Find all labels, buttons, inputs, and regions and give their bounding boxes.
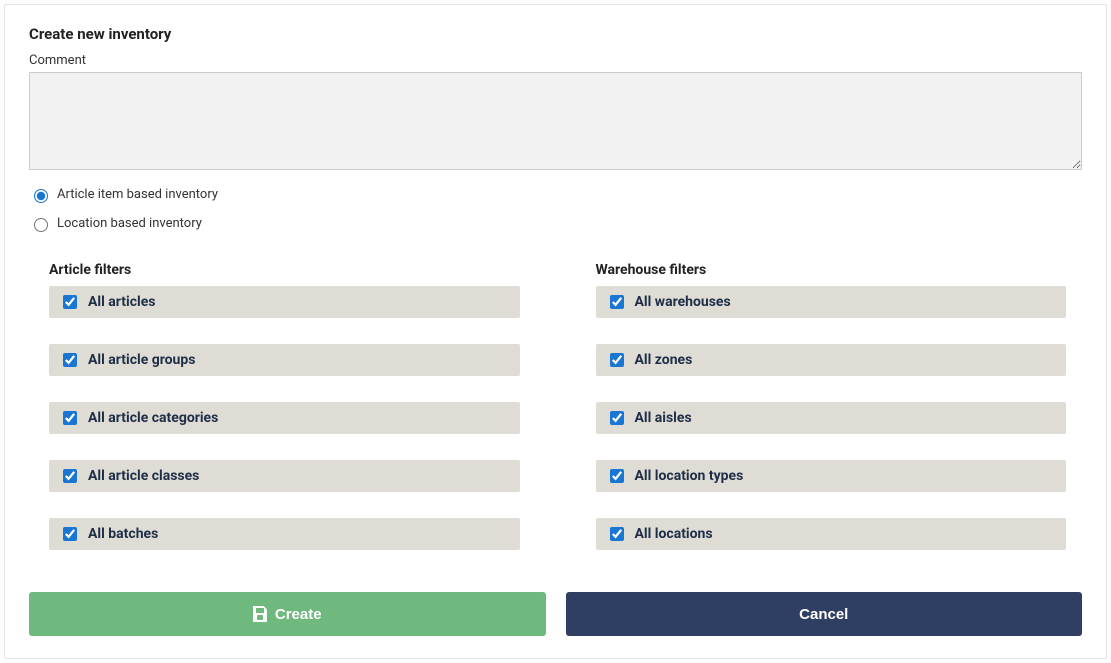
create-inventory-card: Create new inventory Comment Article ite… — [4, 4, 1107, 659]
article-filters-panel: Article filters All articles All article… — [29, 250, 536, 574]
warehouse-filters-title: Warehouse filters — [596, 262, 1067, 278]
filter-all-article-categories-label: All article categories — [88, 410, 218, 426]
filter-all-zones-label: All zones — [635, 352, 693, 368]
warehouse-filters-panel: Warehouse filters All warehouses All zon… — [576, 250, 1083, 574]
filter-all-zones-checkbox[interactable] — [610, 353, 624, 367]
filter-all-locations-label: All locations — [635, 526, 713, 542]
filter-all-locations-checkbox[interactable] — [610, 527, 624, 541]
filter-all-batches-checkbox[interactable] — [63, 527, 77, 541]
filter-all-aisles-label: All aisles — [635, 410, 692, 426]
filter-all-article-classes-label: All article classes — [88, 468, 199, 484]
comment-textarea[interactable] — [29, 72, 1082, 170]
filter-all-batches-label: All batches — [88, 526, 158, 542]
filters-row: Article filters All articles All article… — [29, 250, 1082, 574]
filter-all-article-classes-checkbox[interactable] — [63, 469, 77, 483]
filter-all-location-types[interactable]: All location types — [596, 460, 1067, 492]
filter-all-warehouses-checkbox[interactable] — [610, 295, 624, 309]
create-button-label: Create — [275, 606, 322, 623]
filter-all-article-groups-checkbox[interactable] — [63, 353, 77, 367]
filter-all-article-classes[interactable]: All article classes — [49, 460, 520, 492]
filter-all-aisles-checkbox[interactable] — [610, 411, 624, 425]
comment-label: Comment — [29, 53, 1082, 68]
filter-all-article-categories-checkbox[interactable] — [63, 411, 77, 425]
filter-all-articles-checkbox[interactable] — [63, 295, 77, 309]
filter-all-batches[interactable]: All batches — [49, 518, 520, 550]
page-title: Create new inventory — [29, 25, 1082, 43]
inventory-type-article[interactable]: Article item based inventory — [29, 186, 1082, 203]
inventory-type-location-radio[interactable] — [34, 218, 48, 232]
inventory-type-article-radio[interactable] — [34, 189, 48, 203]
inventory-type-location[interactable]: Location based inventory — [29, 215, 1082, 232]
cancel-button[interactable]: Cancel — [566, 592, 1083, 636]
save-icon — [253, 606, 267, 622]
filter-all-articles[interactable]: All articles — [49, 286, 520, 318]
filter-all-articles-label: All articles — [88, 294, 155, 310]
filter-all-article-groups-label: All article groups — [88, 352, 195, 368]
filter-all-locations[interactable]: All locations — [596, 518, 1067, 550]
filter-all-zones[interactable]: All zones — [596, 344, 1067, 376]
filter-all-article-categories[interactable]: All article categories — [49, 402, 520, 434]
cancel-button-label: Cancel — [799, 606, 848, 623]
filter-all-warehouses-label: All warehouses — [635, 294, 731, 310]
filter-all-article-groups[interactable]: All article groups — [49, 344, 520, 376]
filter-all-location-types-checkbox[interactable] — [610, 469, 624, 483]
filter-all-warehouses[interactable]: All warehouses — [596, 286, 1067, 318]
filter-all-aisles[interactable]: All aisles — [596, 402, 1067, 434]
filter-all-location-types-label: All location types — [635, 468, 744, 484]
inventory-type-article-label: Article item based inventory — [57, 187, 218, 202]
article-filters-title: Article filters — [49, 262, 520, 278]
buttons-row: Create Cancel — [29, 592, 1082, 636]
inventory-type-location-label: Location based inventory — [57, 216, 202, 231]
create-button[interactable]: Create — [29, 592, 546, 636]
